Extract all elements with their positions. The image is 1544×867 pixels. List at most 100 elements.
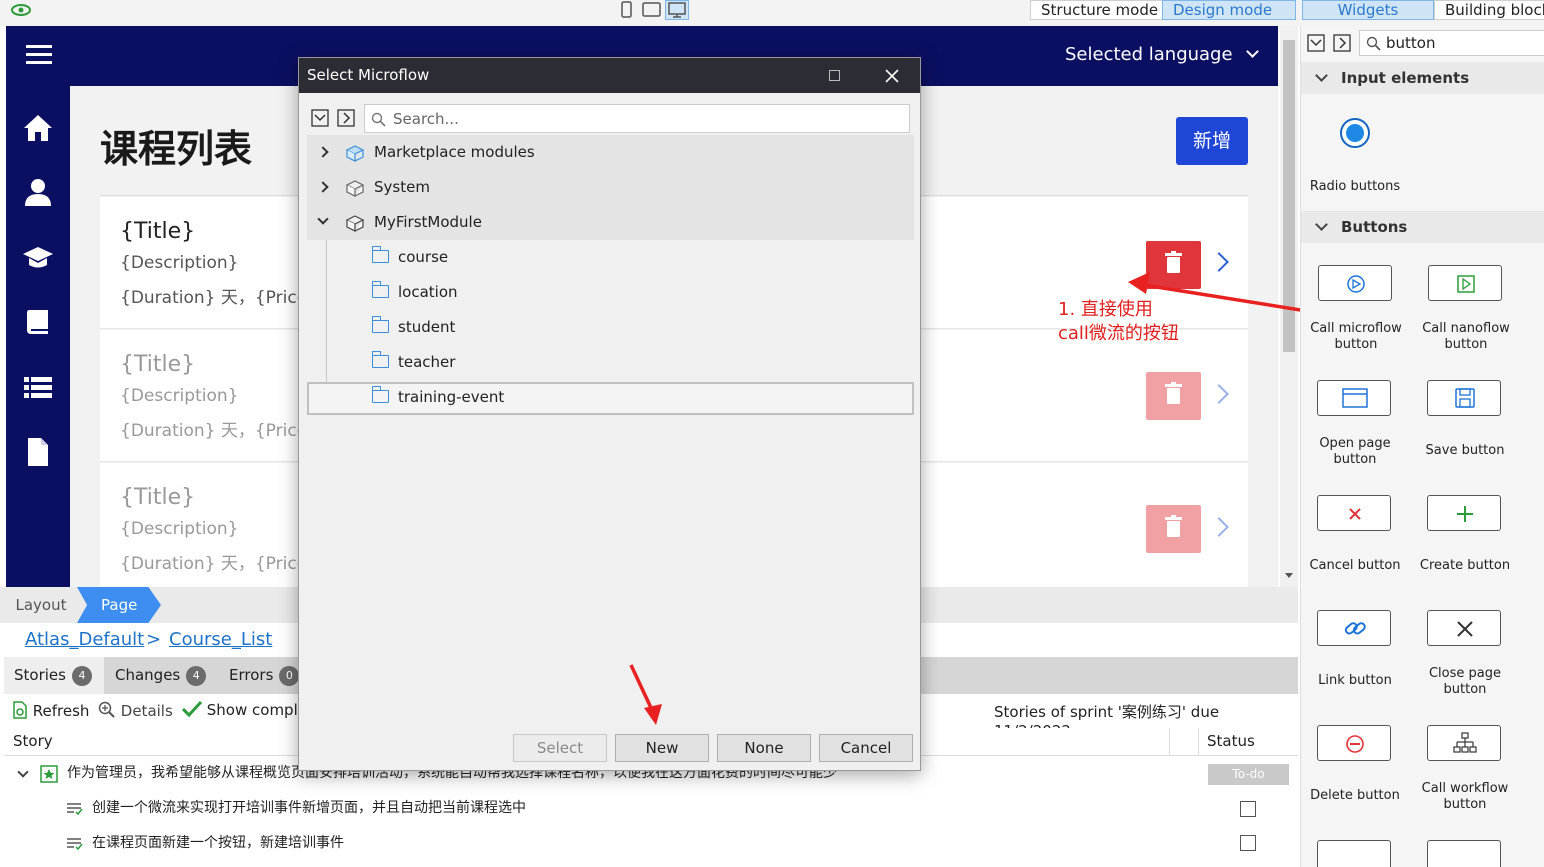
widgets-panel: button Input elements Radio buttons Butt… — [1300, 26, 1544, 867]
tab-page[interactable]: Page — [77, 587, 161, 623]
structure-mode-tab[interactable]: Structure mode — [1030, 0, 1170, 20]
close-icon[interactable] — [885, 69, 899, 83]
trash-icon — [1165, 382, 1182, 404]
chevron-right-icon[interactable] — [1209, 252, 1229, 272]
phone-view-icon[interactable] — [620, 1, 634, 19]
section-buttons[interactable]: Buttons — [1301, 211, 1544, 243]
tab-errors[interactable]: Errors 0 — [219, 657, 309, 694]
card-description: {Description} — [120, 386, 239, 406]
section-input-elements[interactable]: Input elements — [1301, 62, 1544, 94]
tree-item-system[interactable]: System — [307, 170, 914, 205]
radio-button-icon — [1340, 118, 1370, 148]
refresh-button[interactable]: Refresh — [12, 701, 89, 720]
select-microflow-dialog: Select Microflow Search... Marketplace m… — [298, 57, 921, 771]
chevron-right-icon[interactable] — [317, 146, 329, 158]
tab-changes[interactable]: Changes 4 — [105, 657, 216, 694]
widget-label: Close page button — [1428, 666, 1501, 697]
show-completed-toggle[interactable]: Show comple — [181, 700, 307, 719]
card-title: {Title} — [120, 485, 196, 510]
collapse-all-icon[interactable] — [311, 109, 329, 127]
widget-label: Call nanoflow button — [1422, 321, 1510, 352]
dialog-title: Select Microflow — [307, 66, 430, 84]
story-row[interactable]: 在课程页面新建一个按钮，新建培训事件 — [4, 826, 1298, 861]
search-icon — [1366, 36, 1381, 51]
widget-label: Cancel button — [1309, 558, 1401, 573]
graduation-cap-icon[interactable] — [22, 242, 54, 274]
chevron-right-icon[interactable] — [1209, 517, 1229, 537]
story-row[interactable]: 创建一个微流来实现打开培训事件新增页面，并且自动把当前课程选中 — [4, 791, 1298, 826]
tree-folder-student[interactable]: student — [371, 310, 912, 345]
column-divider — [1198, 728, 1199, 756]
tree-folder-training-event[interactable]: training-event — [371, 380, 912, 415]
list-icon[interactable] — [22, 372, 54, 404]
card-title: {Title} — [120, 219, 196, 244]
expand-all-icon[interactable] — [337, 109, 355, 127]
chevron-down-icon[interactable] — [17, 766, 29, 778]
task-checkbox[interactable] — [1240, 835, 1256, 851]
select-button[interactable]: Select — [513, 734, 607, 762]
breadcrumb-link-page[interactable]: Course_List — [169, 629, 272, 650]
tab-stories[interactable]: Stories 4 — [4, 657, 104, 694]
story-star-icon — [40, 765, 58, 783]
desktop-view-button[interactable] — [665, 0, 689, 20]
tree-folder-location[interactable]: location — [371, 275, 912, 310]
design-mode-tab[interactable]: Design mode — [1162, 0, 1296, 20]
widget-label: Create button — [1419, 558, 1511, 573]
refresh-label: Refresh — [32, 702, 90, 720]
annotation-line: call微流的按钮 — [1058, 323, 1179, 344]
tablet-view-icon[interactable] — [641, 1, 663, 19]
page-title: 课程列表 — [100, 127, 253, 171]
delete-button[interactable] — [1146, 505, 1201, 553]
scroll-down-icon[interactable] — [1285, 573, 1293, 578]
widget-label: Call workflow button — [1421, 781, 1509, 812]
maximize-icon[interactable] — [829, 70, 840, 81]
language-selector[interactable]: Selected language — [1065, 44, 1260, 65]
tree-folder-course[interactable]: course — [371, 240, 912, 275]
preview-eye-icon[interactable] — [10, 3, 32, 17]
call-microflow-icon — [1347, 275, 1365, 293]
delete-button[interactable] — [1146, 372, 1201, 420]
save-icon — [1455, 388, 1475, 408]
tree-folder-teacher[interactable]: teacher — [371, 345, 912, 380]
widget-search-input[interactable]: button — [1359, 30, 1544, 56]
collapse-all-icon[interactable] — [1307, 34, 1325, 52]
widget-radio-buttons[interactable]: Radio buttons — [1305, 116, 1405, 195]
home-icon[interactable] — [22, 112, 54, 144]
tree-item-myfirstmodule[interactable]: MyFirstModule — [307, 205, 914, 240]
chevron-right-icon[interactable] — [1209, 384, 1229, 404]
tree-label: location — [398, 283, 458, 301]
tree-item-marketplace-modules[interactable]: Marketplace modules — [307, 135, 914, 170]
tree-label: System — [374, 178, 430, 196]
breadcrumb-link-layout[interactable]: Atlas_Default — [25, 629, 144, 650]
chevron-down-icon[interactable] — [317, 213, 329, 225]
document-icon[interactable] — [22, 436, 54, 468]
close-icon — [1457, 621, 1473, 637]
details-button[interactable]: Details — [98, 701, 173, 720]
tab-label: Errors — [229, 666, 274, 684]
building-blocks-tab[interactable]: Building block — [1434, 0, 1544, 20]
show-completed-label: Show comple — [206, 701, 307, 719]
module-box-icon — [345, 180, 365, 197]
story-text: 创建一个微流来实现打开培训事件新增页面，并且自动把当前课程选中 — [92, 800, 526, 816]
cancel-button[interactable]: Cancel — [819, 734, 913, 762]
widgets-tab[interactable]: Widgets — [1302, 0, 1434, 20]
microflow-search-input[interactable]: Search... — [364, 104, 910, 133]
chevron-right-icon[interactable] — [317, 181, 329, 193]
column-status[interactable]: Status — [1207, 732, 1255, 750]
widget-partial[interactable] — [1427, 840, 1501, 867]
task-checkbox[interactable] — [1240, 801, 1256, 817]
user-icon[interactable] — [22, 176, 54, 208]
book-icon[interactable] — [22, 306, 54, 338]
tab-layout[interactable]: Layout — [6, 587, 76, 623]
widget-partial[interactable] — [1317, 840, 1391, 867]
hamburger-menu-icon[interactable] — [26, 43, 52, 67]
folder-icon — [371, 316, 389, 333]
none-button[interactable]: None — [717, 734, 811, 762]
side-navigation — [6, 86, 70, 587]
new-button[interactable]: New — [615, 734, 709, 762]
add-course-button[interactable]: 新增 — [1176, 117, 1248, 165]
language-label: Selected language — [1065, 44, 1233, 65]
expand-all-icon[interactable] — [1333, 34, 1351, 52]
count-badge: 0 — [279, 666, 300, 686]
column-story[interactable]: Story — [13, 732, 53, 750]
